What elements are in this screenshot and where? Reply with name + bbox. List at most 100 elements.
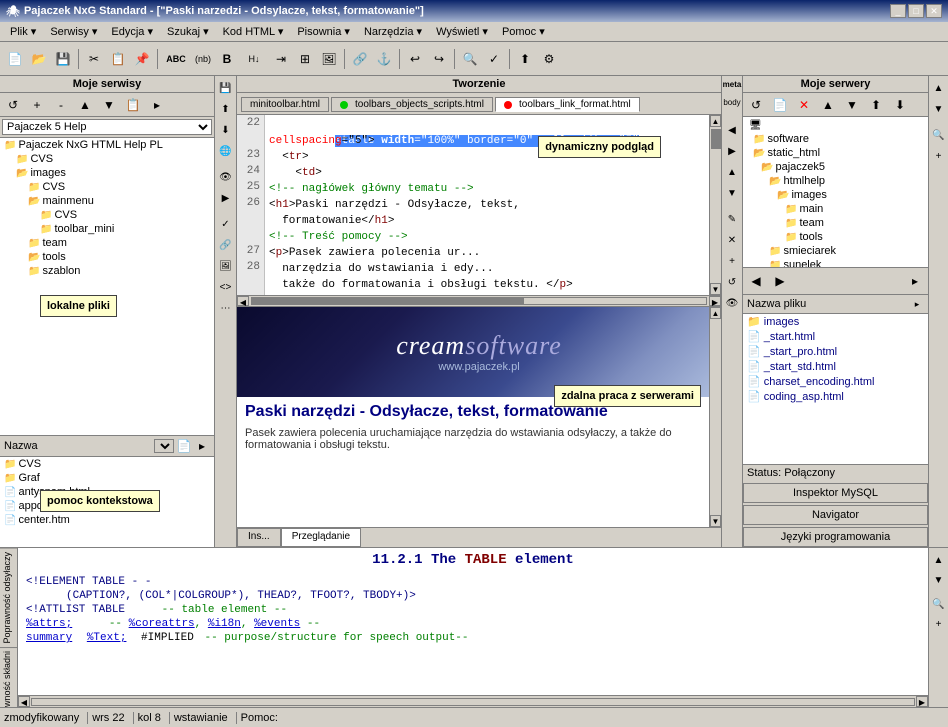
tree-item-cvs1[interactable]: 📁 CVS <box>0 152 214 166</box>
tb-save[interactable]: 💾 <box>52 48 74 70</box>
rtree-pajaczek5[interactable]: 📂 pajaczek5 <box>745 160 926 174</box>
tree-item-images[interactable]: 📂 images <box>0 166 214 180</box>
tree-item-toolbar-mini[interactable]: 📁 toolbar_mini <box>0 222 214 236</box>
rfile-start-std[interactable]: 📄 _start_std.html <box>743 359 928 374</box>
menu-plik[interactable]: Plik ▾ <box>4 23 42 40</box>
hscroll-thumb[interactable] <box>252 298 524 304</box>
tb-h1[interactable]: H↓ <box>240 48 268 70</box>
tb-new[interactable]: 📄 <box>4 48 26 70</box>
tb-table[interactable]: ⊞ <box>294 48 316 70</box>
brt-down[interactable]: ▼ <box>929 570 948 590</box>
meta-btn4[interactable]: ▼ <box>722 183 742 203</box>
rnav-more[interactable]: ▸ <box>904 270 926 292</box>
meta-body[interactable]: body <box>722 92 742 112</box>
code-content[interactable]: <table width="100%" border="0" cellpaddi… <box>265 115 709 295</box>
link-events[interactable]: %events <box>254 618 300 630</box>
preview-scroll-up[interactable]: ▲ <box>710 307 721 319</box>
brt-find[interactable]: 🔍 <box>929 594 948 614</box>
tb-redo[interactable]: ↪ <box>428 48 450 70</box>
rfile-charset[interactable]: 📄 charset_encoding.html <box>743 374 928 389</box>
tree-item-mainmenu[interactable]: 📂 mainmenu <box>0 194 214 208</box>
tb-bold[interactable]: B <box>216 48 238 70</box>
vt-download[interactable]: ⬇ <box>216 120 236 140</box>
tb-nb[interactable]: (nb) <box>192 48 214 70</box>
tree-item-pajaczek-root[interactable]: 📁 Pajaczek NxG HTML Help PL <box>0 138 214 152</box>
vt-img2[interactable]: 🖼 <box>216 256 236 276</box>
rfile-coding[interactable]: 📄 coding_asp.html <box>743 389 928 404</box>
vt-more[interactable]: ⋯ <box>216 298 236 318</box>
tb-open[interactable]: 📂 <box>28 48 50 70</box>
scroll-down[interactable]: ▼ <box>710 283 721 295</box>
scroll-thumb[interactable] <box>711 129 721 149</box>
minimize-button[interactable]: _ <box>890 4 906 18</box>
tree-item-cvs3[interactable]: 📁 CVS <box>0 208 214 222</box>
vt-eye[interactable]: 👁 <box>216 167 236 187</box>
editor-scrollbar-h[interactable]: ◀ ▶ <box>237 295 721 307</box>
rtree-static[interactable]: 📂 static_html <box>745 146 926 160</box>
list-item-cvs[interactable]: 📁 CVS <box>0 457 214 471</box>
tab-ins[interactable]: Ins... <box>237 528 281 547</box>
tree-item-cvs2[interactable]: 📁 CVS <box>0 180 214 194</box>
file-label-btn[interactable]: ▸ <box>910 297 924 311</box>
link-text[interactable]: %Text; <box>79 632 127 644</box>
menu-szukaj[interactable]: Szukaj ▾ <box>161 23 215 40</box>
editor-scrollbar-v[interactable]: ▲ ▼ <box>709 115 721 295</box>
menu-pisownia[interactable]: Pisownia ▾ <box>291 23 356 40</box>
list-item-appdata[interactable]: 📄 appdata.htm <box>0 499 214 513</box>
left-tb-refresh[interactable]: ↺ <box>2 94 24 116</box>
brt-up[interactable]: ▲ <box>929 550 948 570</box>
left-tb-up[interactable]: ▲ <box>74 94 96 116</box>
vt-code[interactable]: <> <box>216 277 236 297</box>
tb-indent[interactable]: ⇥ <box>270 48 292 70</box>
tab-minitoolbar[interactable]: minitoolbar.html <box>241 97 329 112</box>
tb-settings[interactable]: ⚙ <box>538 48 560 70</box>
left-tb-add[interactable]: + <box>26 94 48 116</box>
tab-toolbars-link[interactable]: toolbars_link_format.html <box>495 97 640 112</box>
maximize-button[interactable]: □ <box>908 4 924 18</box>
brt-add[interactable]: + <box>929 614 948 634</box>
preview-scrollbar[interactable]: ▲ ▼ <box>709 307 721 527</box>
link-i18n[interactable]: %i18n <box>208 618 241 630</box>
rtree-tools[interactable]: 📁 tools <box>745 230 926 244</box>
menu-kod-html[interactable]: Kod HTML ▾ <box>217 23 290 40</box>
menu-wyswietl[interactable]: Wyświetl ▾ <box>430 23 494 40</box>
close-button[interactable]: ✕ <box>926 4 942 18</box>
menu-pomoc[interactable]: Pomoc ▾ <box>496 23 551 40</box>
right-tb7[interactable]: ⬇ <box>889 94 911 116</box>
tree-item-szablon[interactable]: 📁 szablon <box>0 264 214 278</box>
service-dropdown[interactable]: Pajaczek 5 Help <box>2 119 212 135</box>
vt-save[interactable]: 💾 <box>216 78 236 98</box>
meta-ref[interactable]: ↺ <box>722 272 742 292</box>
tb-anchor[interactable]: ⚓ <box>373 48 395 70</box>
right-tb2[interactable]: 📄 <box>769 94 791 116</box>
meta-edit[interactable]: ✎ <box>722 209 742 229</box>
redge-up[interactable]: ▲ <box>929 78 948 98</box>
menu-edycja[interactable]: Edycja ▾ <box>105 23 159 40</box>
tb-undo[interactable]: ↩ <box>404 48 426 70</box>
tab-toolbars-objects[interactable]: toolbars_objects_scripts.html <box>331 97 493 112</box>
meta-eye[interactable]: 👁 <box>722 293 742 313</box>
tb-img[interactable]: 🖼 <box>318 48 340 70</box>
left-tb-down[interactable]: ▼ <box>98 94 120 116</box>
tb-copy[interactable]: 📋 <box>107 48 129 70</box>
hscroll-left[interactable]: ◀ <box>237 296 249 306</box>
tb-abc[interactable]: ABC <box>162 48 190 70</box>
vt-link[interactable]: 🔗 <box>216 235 236 255</box>
right-tb3[interactable]: ✕ <box>793 94 815 116</box>
meta-btn1[interactable]: ◀ <box>722 120 742 140</box>
hscroll-right[interactable]: ▶ <box>709 296 721 306</box>
rtree-root[interactable]: 🖥 <box>745 119 926 132</box>
btn-inspektor-mysql[interactable]: Inspektor MySQL <box>743 483 928 503</box>
left-bottom-tb1[interactable]: 📄 <box>176 438 192 454</box>
link-attrs[interactable]: %attrs; <box>26 618 72 630</box>
rtree-main[interactable]: 📁 main <box>745 202 926 216</box>
btab-poprawnosc-odsy[interactable]: Poprawność odsyłaczy <box>0 548 17 647</box>
left-bottom-tb2[interactable]: ▸ <box>194 438 210 454</box>
btn-jezyki[interactable]: Języki programowania <box>743 527 928 547</box>
redge-more[interactable]: + <box>929 146 948 166</box>
tab-przegladanie[interactable]: Przeglądanie <box>281 528 361 547</box>
list-item-graf[interactable]: 📁 Graf <box>0 471 214 485</box>
rnav-right[interactable]: ▶ <box>769 270 791 292</box>
vt-ftp[interactable]: 🌐 <box>216 141 236 161</box>
left-tb-remove[interactable]: - <box>50 94 72 116</box>
